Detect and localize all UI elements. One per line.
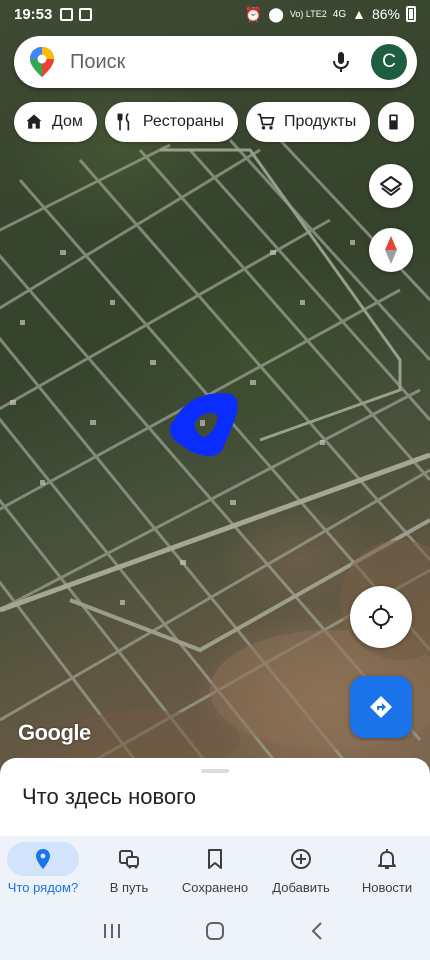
search-bar[interactable]: Поиск С [14,36,417,88]
chip-groceries[interactable]: Продукты [245,102,371,142]
directions-button[interactable] [350,676,412,738]
directions-arrow-icon [370,696,392,718]
home-icon [26,114,42,129]
nav-updates[interactable]: Новости [344,836,430,902]
nav-explore[interactable]: Что рядом? [0,836,86,902]
notification-icon [60,7,74,21]
nav-active-pill [7,842,79,876]
nav-label: Что рядом? [7,880,79,895]
nav-go[interactable]: В путь [86,836,172,902]
bookmark-icon [208,849,222,869]
google-maps-pin-icon [30,47,54,77]
bell-icon [378,849,396,869]
location-status-icon: ⬤ [268,5,284,22]
bottom-navigation: Что рядом? В путь Сохранено Добавить Нов… [0,836,430,902]
nav-label: Новости [361,880,413,895]
gas-station-icon [389,114,398,130]
recent-apps-icon [103,924,120,938]
nav-saved[interactable]: Сохранено [172,836,258,902]
category-chips: Дом Рестораны Продукты [14,102,415,142]
google-attribution: Google [18,720,91,745]
status-time: 19:53 [14,5,53,23]
chip-label: Дом [52,113,83,130]
network-label: Vo) LTE2 [289,8,327,19]
account-avatar[interactable]: С [371,44,407,80]
battery-percent: 86% [371,6,400,22]
nav-label: Добавить [272,880,330,895]
compass-icon [385,236,397,264]
add-circle-icon [291,849,311,869]
sheet-title: Что здесь нового [22,784,196,809]
layers-icon [380,176,402,196]
nav-contribute[interactable]: Добавить [258,836,344,902]
battery-icon [406,6,416,22]
drag-handle[interactable] [201,769,229,773]
home-square-icon [205,922,224,940]
restaurant-icon [117,112,130,131]
home-button[interactable] [195,911,235,951]
chip-label: Рестораны [142,113,224,130]
bottom-sheet[interactable]: Что здесь нового [0,758,430,836]
signal-type: 4G [332,8,347,20]
nav-label: В путь [109,880,149,895]
chip-restaurants[interactable]: Рестораны [104,102,238,142]
chip-home[interactable]: Дом [14,102,97,142]
compass-button[interactable] [369,228,413,272]
location-pin-icon [36,849,50,869]
signal-icon: ▲ [352,6,366,22]
search-input[interactable]: Поиск [70,51,329,74]
chip-label: Продукты [283,113,357,130]
status-bar: 19:53 ⏰ ⬤ Vo) LTE2 4G ▲ 86% [0,0,430,28]
crosshair-icon [369,605,393,629]
notification-icons [60,7,93,21]
my-location-button[interactable] [350,586,412,648]
back-chevron-icon [311,922,323,940]
nav-label: Сохранено [181,880,249,895]
gallery-icon [79,7,93,21]
microphone-icon[interactable] [329,50,353,74]
layers-button[interactable] [369,164,413,208]
cart-icon [257,113,275,130]
back-button[interactable] [298,911,338,951]
chip-gas-stations[interactable] [378,102,415,142]
system-navigation-bar [0,902,430,960]
alarm-icon: ⏰ [244,5,263,22]
recent-apps-button[interactable] [92,911,132,951]
commute-icon [119,850,139,869]
